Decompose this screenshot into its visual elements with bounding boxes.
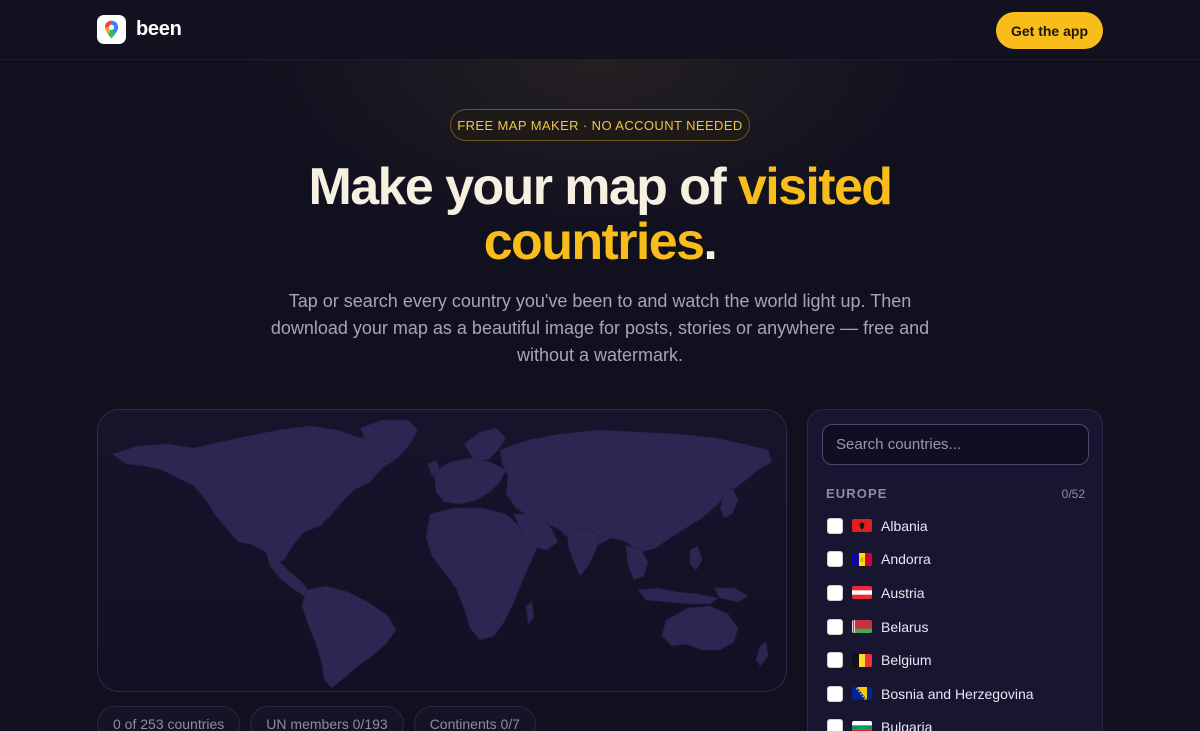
country-name: Andorra bbox=[881, 551, 931, 568]
bulgaria-flag-icon bbox=[852, 720, 872, 731]
stat-countries: 0 of 253 countries bbox=[97, 706, 241, 731]
country-name: Belgium bbox=[881, 652, 932, 669]
region-count: 0/52 bbox=[1061, 486, 1085, 501]
get-the-app-button[interactable]: Get the app bbox=[996, 12, 1103, 49]
been-logo-icon bbox=[97, 15, 126, 44]
list-item-belgium[interactable]: Belgium bbox=[826, 643, 1091, 677]
brand-name: been bbox=[136, 18, 182, 40]
hero-badge: FREE MAP MAKER · NO ACCOUNT NEEDED bbox=[450, 109, 750, 141]
map-north-america[interactable] bbox=[111, 425, 405, 565]
map-philippines[interactable] bbox=[689, 545, 703, 571]
checkbox[interactable] bbox=[827, 652, 843, 669]
map-europe[interactable] bbox=[433, 457, 507, 505]
country-name: Albania bbox=[881, 517, 928, 534]
checkbox[interactable] bbox=[827, 618, 843, 635]
belarus-flag-icon bbox=[852, 620, 872, 634]
stat-un-members: UN members 0/193 bbox=[250, 706, 404, 731]
map-indonesia[interactable] bbox=[637, 587, 719, 605]
list-item-austria[interactable]: Austria bbox=[826, 576, 1091, 610]
country-name: Austria bbox=[881, 584, 925, 601]
country-list: Albania Andorra Austria Belarus Belgium … bbox=[826, 509, 1091, 731]
map-new-zealand[interactable] bbox=[755, 641, 769, 667]
map-central-america[interactable] bbox=[265, 551, 311, 597]
checkbox[interactable] bbox=[827, 685, 843, 702]
austria-flag-icon bbox=[852, 586, 872, 600]
list-item-belarus[interactable]: Belarus bbox=[826, 610, 1091, 644]
country-picker-panel: EUROPE 0/52 Albania Andorra bbox=[807, 409, 1103, 731]
map-new-guinea[interactable] bbox=[713, 587, 749, 603]
world-map-svg[interactable] bbox=[98, 410, 787, 692]
country-name: Belarus bbox=[881, 618, 929, 635]
bosnia-flag-icon bbox=[852, 687, 872, 701]
stats-bar: 0 of 253 countries UN members 0/193 Cont… bbox=[97, 706, 536, 731]
list-item-andorra[interactable]: Andorra bbox=[826, 543, 1091, 577]
stat-continents: Continents 0/7 bbox=[413, 706, 536, 731]
map-south-america[interactable] bbox=[301, 585, 397, 689]
country-name: Bulgaria bbox=[881, 719, 933, 731]
belgium-flag-icon bbox=[852, 653, 872, 667]
list-item-albania[interactable]: Albania bbox=[826, 509, 1091, 543]
region-name: EUROPE bbox=[826, 486, 888, 501]
map-scandinavia[interactable] bbox=[463, 427, 507, 461]
checkbox[interactable] bbox=[827, 584, 843, 601]
checkbox[interactable] bbox=[827, 719, 843, 731]
brand[interactable]: been bbox=[97, 15, 182, 44]
country-name: Bosnia and Herzegovina bbox=[881, 685, 1034, 702]
map-australia[interactable] bbox=[661, 605, 739, 651]
region-header-europe[interactable]: EUROPE 0/52 bbox=[826, 486, 1085, 501]
map-india[interactable] bbox=[567, 527, 601, 577]
list-item-bulgaria[interactable]: Bulgaria bbox=[826, 711, 1091, 731]
andorra-flag-icon bbox=[852, 552, 872, 566]
list-item-bosnia-and-herzegovina[interactable]: Bosnia and Herzegovina bbox=[826, 677, 1091, 711]
hero-title-part1: Make your map of bbox=[308, 158, 738, 216]
hero-title-end: . bbox=[703, 213, 717, 271]
map-madagascar[interactable] bbox=[525, 601, 535, 625]
hero-subtitle: Tap or search every country you've been … bbox=[270, 291, 930, 365]
checkbox[interactable] bbox=[827, 517, 843, 534]
search-countries-input[interactable] bbox=[822, 424, 1089, 465]
albania-flag-icon bbox=[852, 519, 872, 533]
hero-title: Make your map of visited countries. bbox=[200, 160, 1000, 270]
world-map[interactable] bbox=[97, 409, 787, 692]
top-navbar: been Get the app bbox=[0, 0, 1200, 60]
checkbox[interactable] bbox=[827, 551, 843, 568]
